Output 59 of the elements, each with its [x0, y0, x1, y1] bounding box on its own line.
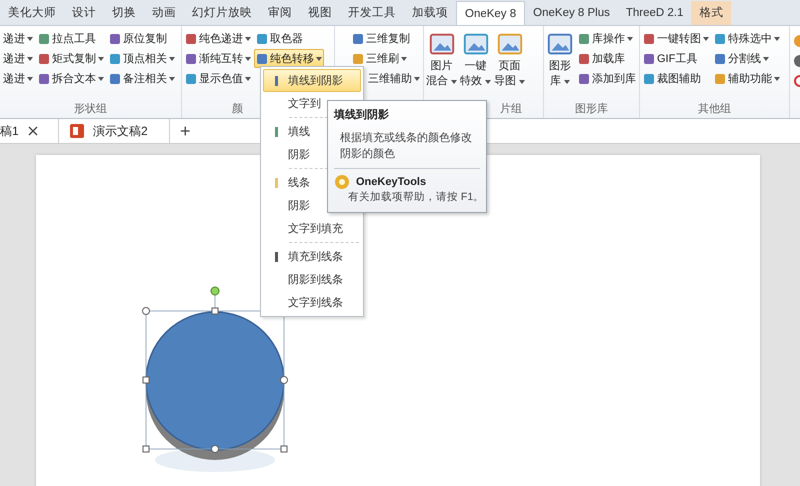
- menu-item[interactable]: 文字到线条: [263, 291, 361, 314]
- ribbon-button[interactable]: 矩式复制: [36, 49, 106, 68]
- tooltip-footer-text: 有关加载项帮助，请按 F1。: [347, 190, 480, 204]
- ribbon-button[interactable]: 一键 特效: [459, 29, 492, 91]
- group-label: 图形库: [575, 103, 608, 115]
- menu-item[interactable]: 文字到填充: [263, 217, 361, 240]
- ribbon-button[interactable]: 顶点相关: [107, 49, 177, 68]
- ribbon-button[interactable]: 取色器: [254, 29, 324, 48]
- ribbon-button[interactable]: 页面 导图: [493, 29, 526, 91]
- ribbon-button[interactable]: 原位复制: [107, 29, 177, 48]
- ribbon-button[interactable]: 一键转图: [641, 29, 711, 48]
- ribbon-button[interactable]: 纯色转移: [254, 49, 324, 68]
- tooltip-footer-title: OneKeyTools: [356, 176, 426, 188]
- group-label: 其他组: [698, 103, 731, 115]
- ribbon-tab[interactable]: 动画: [144, 1, 184, 25]
- ribbon-tab[interactable]: 加载项: [404, 1, 456, 25]
- document-tab[interactable]: 演示文稿2: [59, 119, 170, 143]
- ribbon-button[interactable]: 拆合文本: [36, 69, 106, 88]
- ribbon-button[interactable]: 递进: [1, 49, 35, 68]
- ribbon-button[interactable]: 显示色值: [183, 69, 253, 88]
- ribbon-button[interactable]: 加载库: [576, 49, 638, 68]
- ribbon-button[interactable]: 库操作: [576, 29, 638, 48]
- ribbon-button[interactable]: 递进: [1, 29, 35, 48]
- document-tab[interactable]: 稿1: [0, 119, 59, 143]
- ribbon-button[interactable]: 添加到库: [576, 69, 638, 88]
- ribbon-tab[interactable]: 格式: [691, 1, 732, 25]
- menu-item[interactable]: 填线到阴影: [263, 69, 361, 92]
- ribbon-button[interactable]: 图片 混合: [425, 29, 458, 91]
- ribbon-button[interactable]: GIF工具: [641, 49, 711, 68]
- ribbon-button[interactable]: 图形 库: [545, 29, 575, 91]
- menu-item[interactable]: 填充到线条: [263, 245, 361, 268]
- ribbon-button[interactable]: 分割线: [712, 49, 782, 68]
- ribbon-tab[interactable]: OneKey 8: [456, 1, 526, 25]
- group-label: 颜: [232, 103, 243, 115]
- tooltip-title: 填线到阴影: [334, 108, 390, 122]
- ribbon-tab[interactable]: 设计: [64, 1, 104, 25]
- menu-item[interactable]: 阴影到线条: [263, 268, 361, 291]
- ribbon-button[interactable]: 特殊选中: [712, 29, 782, 48]
- ribbon-tab[interactable]: 视图: [300, 1, 340, 25]
- ribbon-button[interactable]: 三维刷: [350, 49, 422, 68]
- ribbon-button[interactable]: 辅助功能: [712, 69, 782, 88]
- ribbon-button[interactable]: 纯色递进: [183, 29, 253, 48]
- ribbon-button[interactable]: 递进: [1, 69, 35, 88]
- tooltip-text: 根据填充或线条的颜色修改阴影的颜色: [339, 130, 473, 162]
- ribbon-button[interactable]: 裁图辅助: [641, 69, 711, 88]
- ribbon-button[interactable]: 备注相关: [107, 69, 177, 88]
- ribbon-tab[interactable]: 开发工具: [340, 1, 404, 25]
- ribbon-tab[interactable]: 审阅: [260, 1, 300, 25]
- ribbon-button[interactable]: 渐纯互转: [183, 49, 253, 68]
- group-label: 形状组: [74, 103, 107, 115]
- ribbon-tab[interactable]: 切换: [104, 1, 144, 25]
- ribbon-tab[interactable]: OneKey 8 Plus: [525, 1, 618, 25]
- ribbon-button[interactable]: 拉点工具: [36, 29, 106, 48]
- ribbon-tab[interactable]: 幻灯片放映: [184, 1, 260, 25]
- group-label: 片组: [500, 103, 522, 115]
- ribbon-tab[interactable]: 美化大师: [0, 1, 64, 25]
- new-tab-button[interactable]: +: [170, 119, 201, 143]
- ribbon-button[interactable]: 三维复制: [350, 29, 422, 48]
- ribbon-tab[interactable]: ThreeD 2.1: [618, 1, 692, 25]
